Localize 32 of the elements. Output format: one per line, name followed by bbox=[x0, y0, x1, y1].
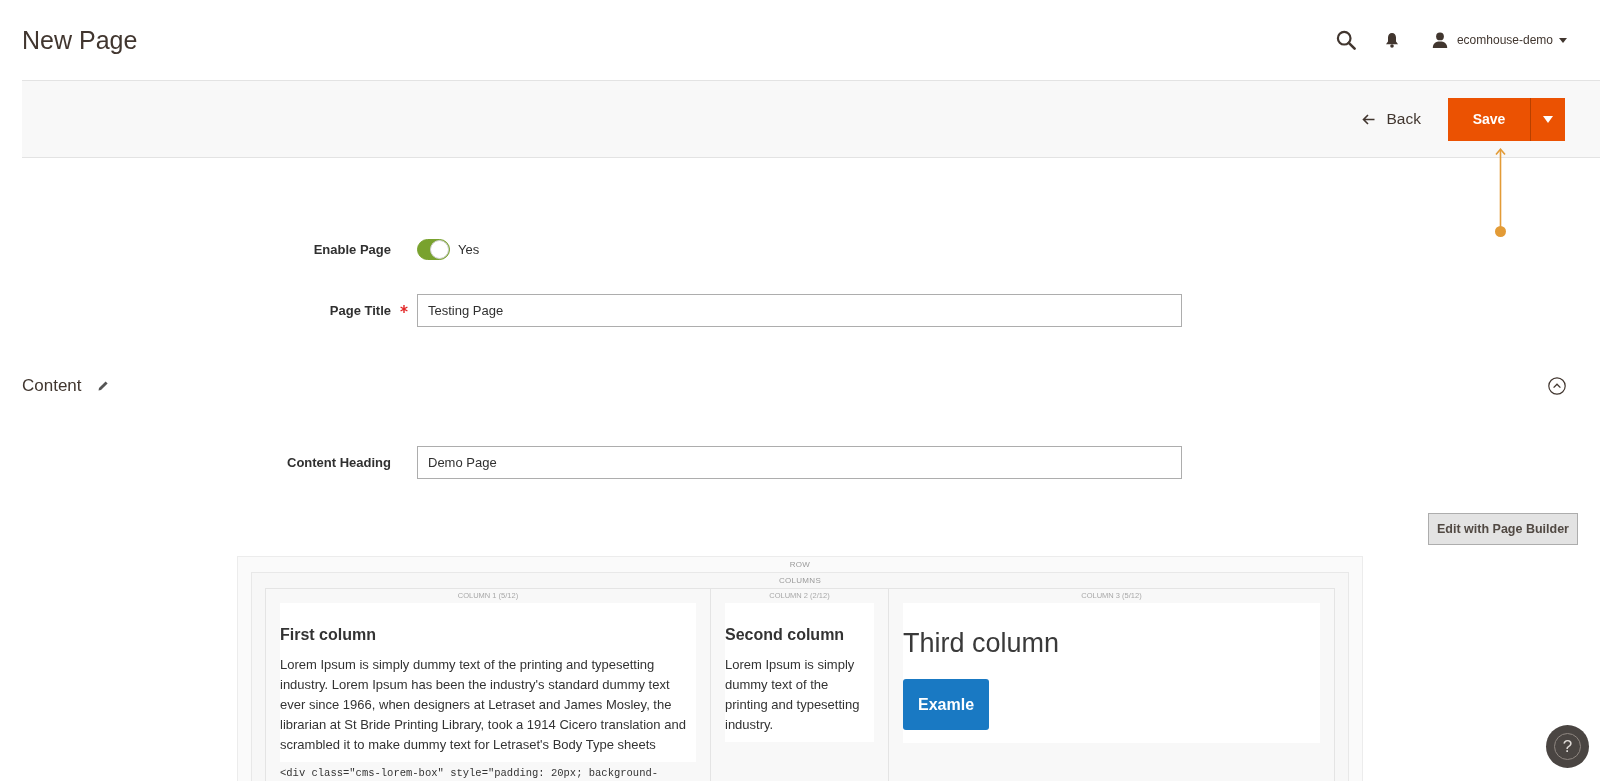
bell-icon[interactable] bbox=[1384, 32, 1399, 48]
toggle-value-label: Yes bbox=[458, 242, 480, 257]
caret-icon bbox=[1559, 37, 1567, 43]
field-label: Page Title bbox=[328, 303, 391, 318]
column-text: Lorem Ipsum is simply dummy text of the printing and typesetting industry. bbox=[725, 656, 861, 734]
chevron-circle-icon[interactable] bbox=[1548, 377, 1566, 395]
column-title: Third column bbox=[903, 627, 1061, 659]
pencil-icon[interactable] bbox=[96, 380, 109, 392]
column-text: Lorem Ipsum is simply dummy text of the printing and typesetting industry. Lorem Ipsum has been the industry's standard dummy text ever since 1966, when designers at Letraset and James Mosley, the librarian at St Bride Printing Library, took a 1914 Cicero translation and scrambled it to make dummy text for Letraset's Body Type sheets bbox=[280, 656, 687, 754]
code-text: <div class="cms-lorem-box" style="padding: 20px; background- bbox=[280, 766, 660, 780]
text-field[interactable]: Testing Page bbox=[417, 294, 1182, 327]
column-heading: First column bbox=[280, 625, 377, 645]
toggle-switch[interactable] bbox=[417, 239, 450, 260]
field-label: Content Heading bbox=[286, 455, 391, 470]
columns-label: COLUMNS bbox=[777, 575, 823, 587]
back-button[interactable]: Back bbox=[1361, 102, 1421, 136]
edit-page-builder-button[interactable]: Edit with Page Builder bbox=[1428, 513, 1578, 545]
section-title: Content bbox=[22, 376, 82, 396]
save-button[interactable]: Save bbox=[1448, 97, 1530, 141]
user-icon bbox=[1431, 32, 1448, 48]
arrow-left-icon bbox=[1361, 113, 1375, 125]
text-field[interactable]: Demo Page bbox=[417, 446, 1182, 479]
user-menu-button[interactable]: ecomhouse-demo bbox=[1431, 32, 1567, 48]
save-options-button[interactable] bbox=[1530, 97, 1565, 141]
caret-icon bbox=[1543, 115, 1553, 123]
column-heading: Second column bbox=[725, 625, 846, 645]
preview-button[interactable]: Examle bbox=[903, 679, 990, 730]
page-title: New Page bbox=[22, 25, 138, 55]
search-icon[interactable] bbox=[1335, 30, 1356, 50]
row-label: ROW bbox=[788, 559, 812, 571]
help-button[interactable]: ? bbox=[1546, 725, 1589, 768]
field-label: Enable Page bbox=[312, 242, 391, 257]
